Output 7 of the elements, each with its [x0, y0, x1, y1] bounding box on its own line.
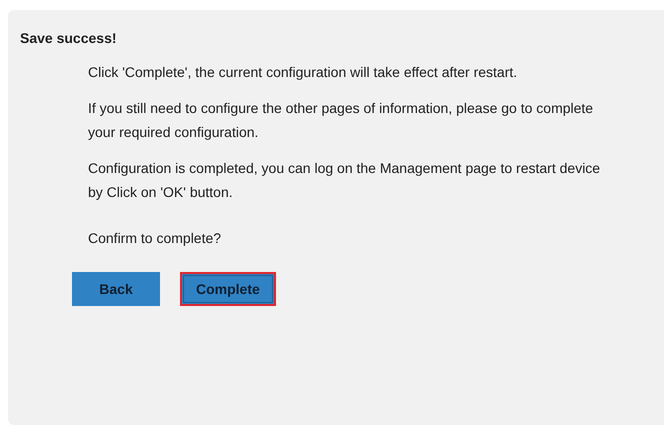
message-text: Click 'Complete', the current configuration will take effect after restart. [88, 63, 518, 82]
confirm-question: Confirm to complete? [88, 230, 222, 246]
dialog-title: Save success! [20, 30, 118, 46]
message-text: If you still need to configure the other pages of information, please go to complete your required configuration. [88, 99, 594, 142]
back-button[interactable]: Back [72, 272, 160, 306]
message-text: Configuration is completed, you can log on the Management page to restart device by Click on 'OK' button. [88, 159, 602, 202]
complete-button[interactable]: Complete [180, 272, 276, 306]
